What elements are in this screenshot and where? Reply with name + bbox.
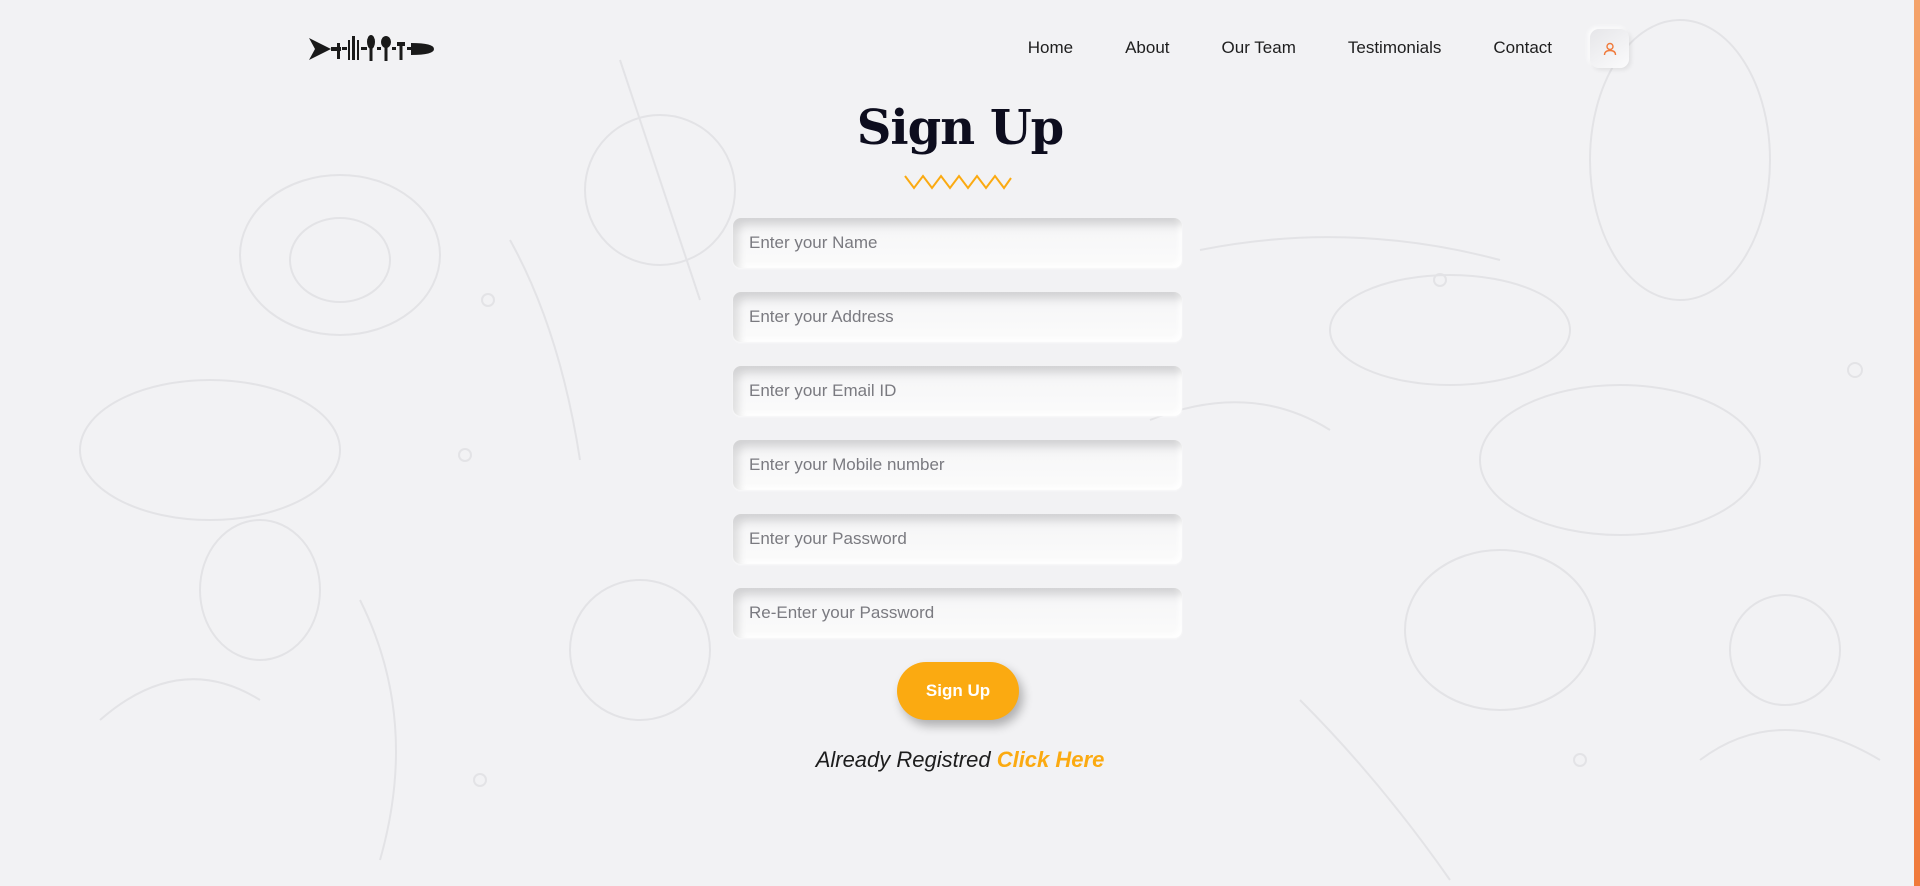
navbar: Home About Our Team Testimonials Contact [0, 0, 1920, 96]
password-field[interactable] [733, 514, 1182, 564]
nav-our-team[interactable]: Our Team [1222, 36, 1296, 60]
already-registered-line: Already Registred Click Here [0, 745, 1920, 775]
mobile-field[interactable] [733, 440, 1182, 490]
nav-about[interactable]: About [1125, 36, 1169, 60]
user-account-button[interactable] [1590, 29, 1629, 68]
cutlery-logo [309, 35, 434, 61]
title-zigzag-divider [904, 174, 1012, 190]
login-link[interactable]: Click Here [997, 747, 1105, 772]
main-nav: Home About Our Team Testimonials Contact [976, 36, 1552, 60]
user-icon [1603, 42, 1616, 55]
address-field[interactable] [733, 292, 1182, 342]
nav-contact[interactable]: Contact [1493, 36, 1552, 60]
already-registered-text: Already Registred [815, 747, 991, 772]
confirm-password-field[interactable] [733, 588, 1182, 638]
email-field[interactable] [733, 366, 1182, 416]
page-title: Sign Up [856, 100, 1065, 156]
nav-home[interactable]: Home [1028, 36, 1073, 60]
nav-testimonials[interactable]: Testimonials [1348, 36, 1442, 60]
signup-form [733, 218, 1182, 662]
signup-button[interactable]: Sign Up [897, 662, 1019, 720]
name-field[interactable] [733, 218, 1182, 268]
